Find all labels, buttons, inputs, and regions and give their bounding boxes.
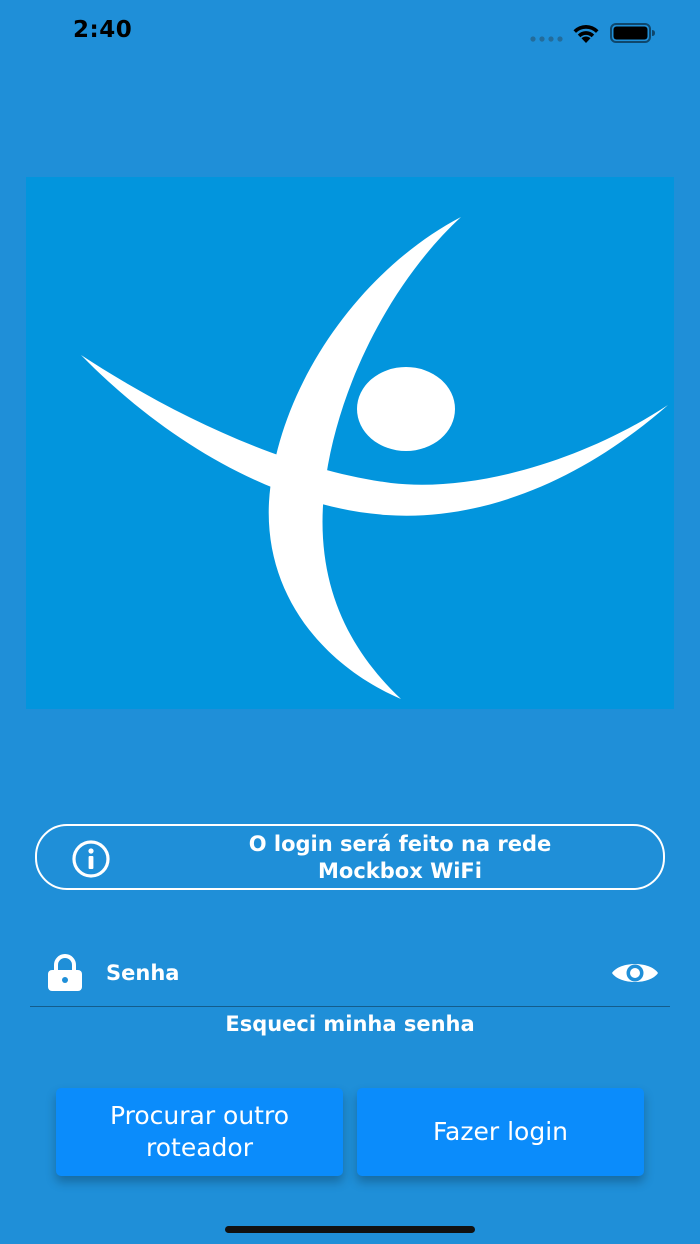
network-info-line1: O login será feito na rede	[248, 832, 552, 856]
search-router-button[interactable]: Procurar outro roteador	[56, 1088, 343, 1176]
network-info-line2: Mockbox WiFi	[318, 859, 482, 883]
password-input[interactable]	[100, 956, 602, 990]
brand-figure-logo	[81, 217, 668, 699]
info-circle-icon	[72, 840, 110, 878]
cellular-dots-icon	[530, 36, 563, 42]
network-info-banner: O login será feito na rede Mockbox WiFi	[35, 824, 665, 890]
battery-icon	[610, 23, 655, 43]
password-field-row	[30, 940, 670, 1007]
lock-icon	[48, 954, 82, 991]
network-info-text: O login será feito na rede Mockbox WiFi	[147, 831, 653, 885]
brand-logo-panel	[26, 177, 674, 709]
login-button[interactable]: Fazer login	[357, 1088, 644, 1176]
home-indicator[interactable]	[225, 1226, 475, 1233]
eye-icon[interactable]	[610, 958, 660, 988]
forgot-password-link[interactable]: Esqueci minha senha	[0, 1012, 700, 1036]
status-time: 2:40	[73, 17, 133, 43]
status-bar: 2:40	[0, 0, 700, 66]
wifi-icon	[573, 25, 599, 43]
